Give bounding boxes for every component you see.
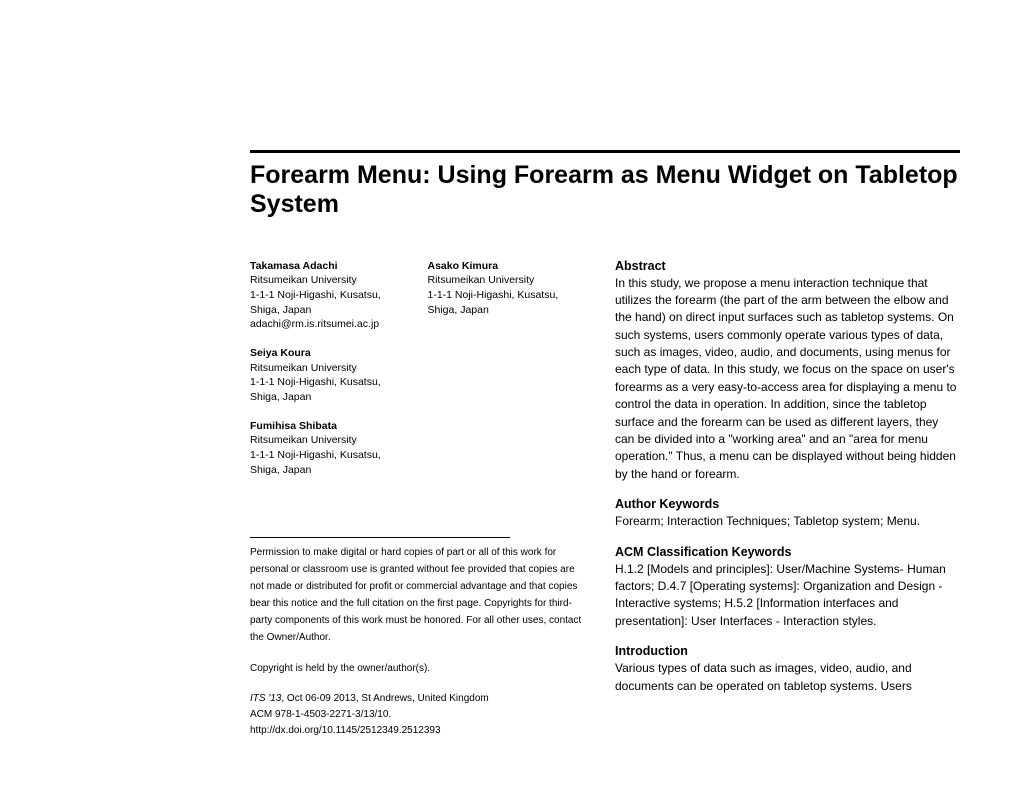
author-name: Takamasa Adachi (250, 259, 408, 274)
conference-info: ITS '13, Oct 06-09 2013, St Andrews, Uni… (250, 691, 585, 739)
author-name: Asako Kimura (428, 259, 586, 274)
author-affiliation: Ritsumeikan University (250, 433, 585, 448)
author-affiliation: Ritsumeikan University (250, 361, 585, 376)
paper-page: Forearm Menu: Using Forearm as Menu Widg… (0, 0, 1020, 779)
permission-rule (250, 537, 510, 538)
author-address: Shiga, Japan (250, 463, 585, 478)
right-column: Abstract In this study, we propose a men… (615, 259, 960, 740)
author-address: Shiga, Japan (428, 303, 586, 318)
author-block: Takamasa Adachi Ritsumeikan University 1… (250, 259, 408, 332)
author-block: Seiya Koura Ritsumeikan University 1-1-1… (250, 346, 585, 405)
author-address: 1-1-1 Noji-Higashi, Kusatsu, (250, 288, 408, 303)
permission-text: Permission to make digital or hard copie… (250, 544, 585, 646)
author-name: Fumihisa Shibata (250, 419, 585, 434)
author-address: 1-1-1 Noji-Higashi, Kusatsu, (250, 375, 585, 390)
keywords-body: Forearm; Interaction Techniques; Tableto… (615, 513, 960, 530)
copyright-line: Copyright is held by the owner/author(s)… (250, 660, 585, 677)
doi-line: http://dx.doi.org/10.1145/2512349.251239… (250, 723, 585, 739)
abstract-body: In this study, we propose a menu interac… (615, 275, 960, 484)
author-address: 1-1-1 Noji-Higashi, Kusatsu, (250, 448, 585, 463)
abstract-heading: Abstract (615, 259, 960, 273)
keywords-heading: Author Keywords (615, 497, 960, 511)
acm-heading: ACM Classification Keywords (615, 545, 960, 559)
title-rule (250, 150, 960, 153)
author-block: Fumihisa Shibata Ritsumeikan University … (250, 419, 585, 478)
acm-line: ACM 978-1-4503-2271-3/13/10. (250, 707, 585, 723)
author-address: Shiga, Japan (250, 390, 585, 405)
content-columns: Takamasa Adachi Ritsumeikan University 1… (250, 259, 960, 740)
conference-name: ITS '13 (250, 693, 281, 704)
paper-title: Forearm Menu: Using Forearm as Menu Widg… (250, 161, 960, 219)
author-address: 1-1-1 Noji-Higashi, Kusatsu, (428, 288, 586, 303)
author-name: Seiya Koura (250, 346, 585, 361)
author-email: adachi@rm.is.ritsumei.ac.jp (250, 317, 408, 332)
author-affiliation: Ritsumeikan University (250, 273, 408, 288)
authors-row-1: Takamasa Adachi Ritsumeikan University 1… (250, 259, 585, 346)
acm-body: H.1.2 [Models and principles]: User/Mach… (615, 561, 960, 631)
author-affiliation: Ritsumeikan University (428, 273, 586, 288)
intro-heading: Introduction (615, 644, 960, 658)
author-address: Shiga, Japan (250, 303, 408, 318)
left-column: Takamasa Adachi Ritsumeikan University 1… (250, 259, 585, 740)
conference-details: , Oct 06-09 2013, St Andrews, United Kin… (281, 693, 488, 704)
intro-body: Various types of data such as images, vi… (615, 660, 960, 695)
conference-line: ITS '13, Oct 06-09 2013, St Andrews, Uni… (250, 691, 585, 707)
author-block: Asako Kimura Ritsumeikan University 1-1-… (428, 259, 586, 332)
